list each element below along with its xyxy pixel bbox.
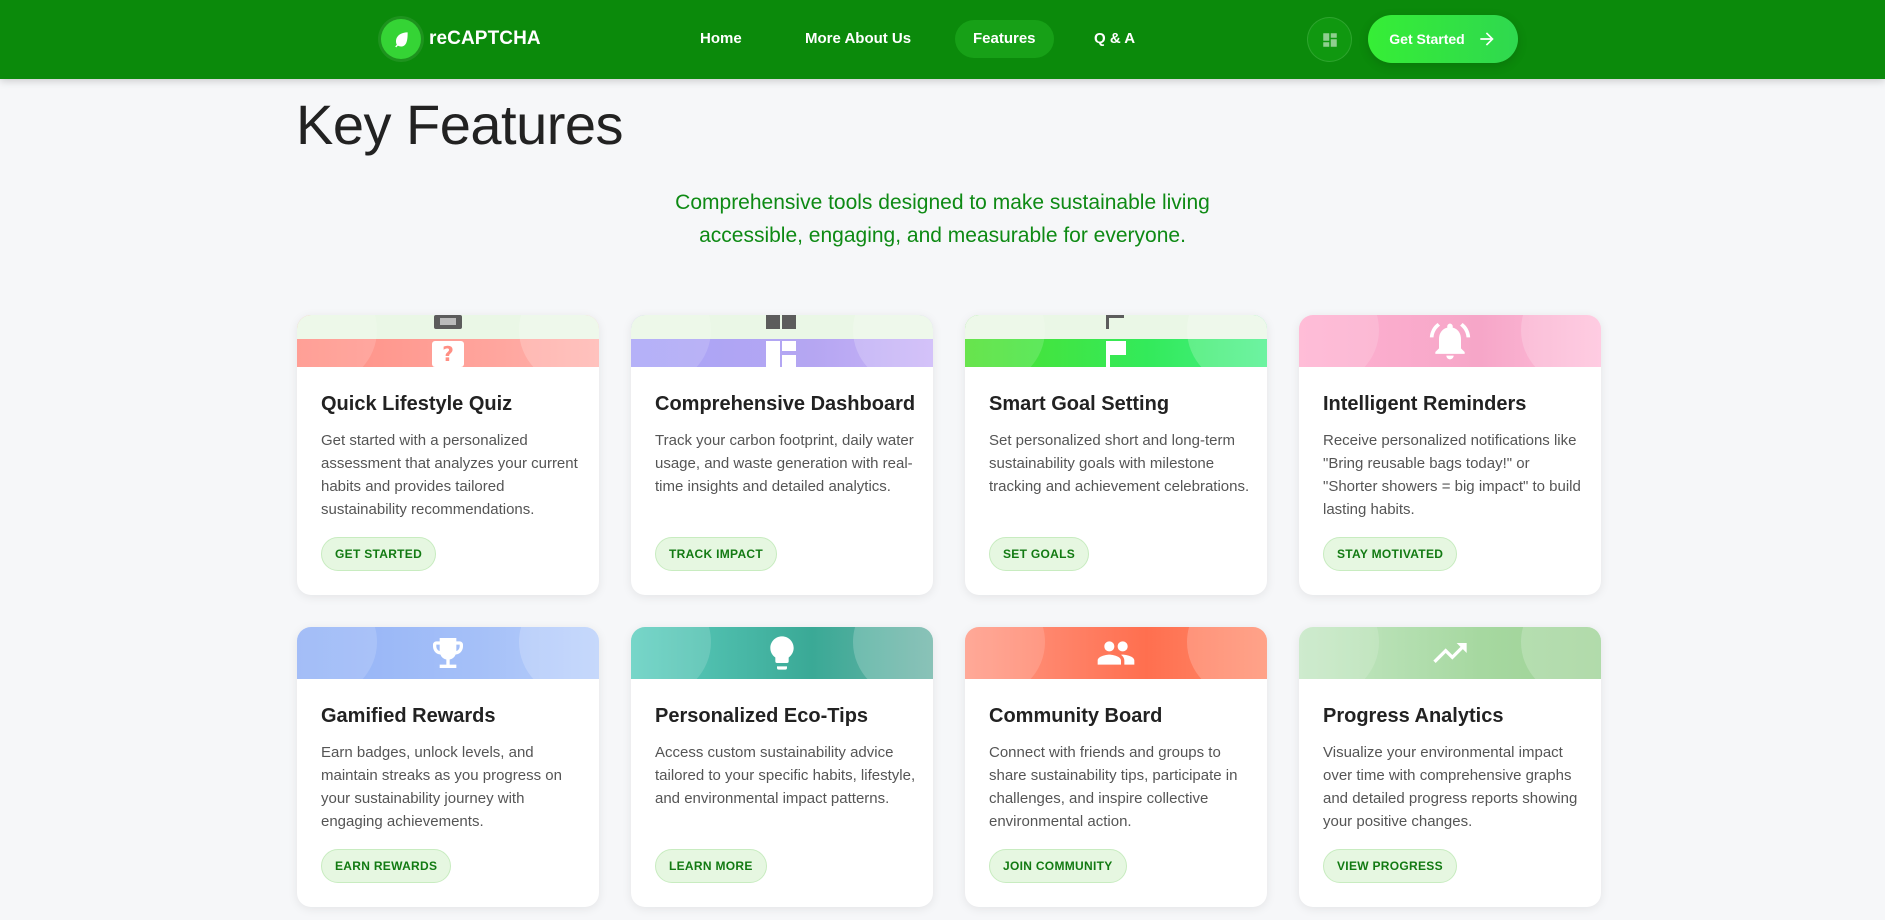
feature-card-analytics: Progress Analytics Visualize your enviro… [1299,627,1601,907]
card-title: Gamified Rewards [321,705,496,727]
feature-card-goals: Smart Goal Setting Set personalized shor… [965,315,1267,595]
card-banner: ? [297,315,599,367]
get-started-card-button[interactable]: GET STARTED [321,537,437,571]
people-icon [1092,627,1140,679]
card-title: Smart Goal Setting [989,393,1170,415]
card-description: Access custom sustainability advice tail… [655,744,916,807]
card-description: Visualize your environmental impact over… [1323,744,1578,830]
brand-logo[interactable]: reCAPTCHA [381,19,541,59]
card-description: Connect with friends and groups to share… [989,744,1238,830]
card-description: Set personalized short and long-term sus… [989,432,1250,495]
card-banner [965,627,1267,679]
earn-rewards-button[interactable]: EARN REWARDS [321,849,452,883]
leaf-icon [381,19,421,59]
arrow-right-icon [1480,32,1494,46]
feature-card-reminders: Intelligent Reminders Receive personaliz… [1299,315,1601,595]
join-community-button[interactable]: JOIN COMMUNITY [989,849,1127,883]
get-started-button[interactable]: Get Started [1368,15,1518,63]
top-navbar: reCAPTCHA Home More About Us Features Q … [0,0,1885,79]
nav-link-features[interactable]: Features [955,20,1054,58]
card-description: Earn badges, unlock levels, and maintain… [321,744,562,830]
card-banner [297,627,599,679]
nav-link-home[interactable]: Home [682,20,760,58]
card-banner [631,627,933,679]
card-title: Comprehensive Dashboard [655,393,916,415]
dashboard-icon [758,315,806,367]
card-title: Quick Lifestyle Quiz [321,393,513,415]
subtitle-line-2: accessible, engaging, and measurable for… [699,224,1186,247]
set-goals-button[interactable]: SET GOALS [989,537,1090,571]
subtitle-line-1: Comprehensive tools designed to make sus… [675,191,1210,214]
stay-motivated-button[interactable]: STAY MOTIVATED [1323,537,1458,571]
get-started-label: Get Started [1389,31,1465,47]
dashboard-toggle-button[interactable] [1307,17,1352,62]
card-title: Community Board [989,705,1163,727]
card-description: Track your carbon footprint, daily water… [655,432,914,495]
learn-more-button[interactable]: LEARN MORE [655,849,767,883]
card-description: Get started with a personalized assessme… [321,432,578,518]
track-impact-button[interactable]: TRACK IMPACT [655,537,778,571]
page-title: Key Features [296,93,624,156]
svg-text:?: ? [442,342,454,366]
card-banner [965,315,1267,367]
nav-link-about[interactable]: More About Us [787,20,929,58]
trophy-icon [424,627,472,679]
feature-card-eco-tips: Personalized Eco-Tips Access custom sust… [631,627,933,907]
nav-link-qa[interactable]: Q & A [1076,20,1153,58]
brand-name: reCAPTCHA [429,28,541,49]
card-banner [631,315,933,367]
lightbulb-icon [758,627,806,679]
feature-card-dashboard: Comprehensive Dashboard Track your carbo… [631,315,933,595]
card-title: Progress Analytics [1323,705,1504,727]
trending-up-icon [1426,627,1474,679]
card-banner [1299,315,1601,367]
page-subtitle: Comprehensive tools designed to make sus… [0,186,1885,252]
flag-icon [1092,315,1140,367]
feature-card-community: Community Board Connect with friends and… [965,627,1267,907]
bell-icon [1426,315,1474,367]
dashboard-icon [1322,32,1337,47]
card-title: Intelligent Reminders [1323,393,1527,415]
feature-card-rewards: Gamified Rewards Earn badges, unlock lev… [297,627,599,907]
view-progress-button[interactable]: VIEW PROGRESS [1323,849,1457,883]
card-title: Personalized Eco-Tips [655,705,869,727]
card-description: Receive personalized notifications like … [1323,432,1581,518]
feature-card-quiz: ? Quick Lifestyle Quiz Get started with … [297,315,599,595]
quiz-icon: ? [424,315,472,367]
card-banner [1299,627,1601,679]
